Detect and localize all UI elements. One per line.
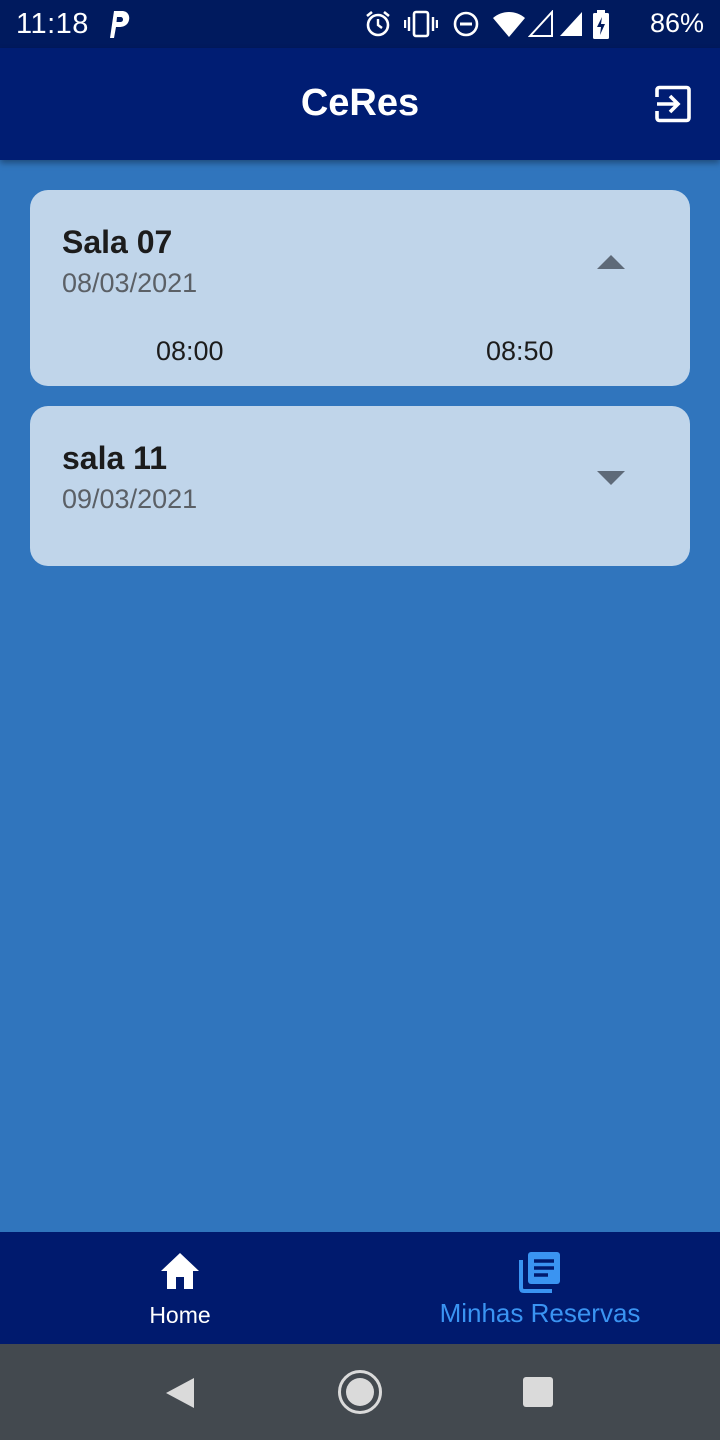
start-time: 08:00: [156, 336, 224, 366]
battery-percent: 86%: [649, 8, 704, 38]
room-name: sala 11: [62, 440, 167, 476]
reservation-card[interactable]: Sala 07 08/03/2021 08:00 08:50: [30, 190, 690, 386]
bottom-nav: Home Minhas Reservas: [0, 1232, 720, 1344]
app-bar: CeRes: [0, 48, 720, 160]
end-time: 08:50: [486, 336, 554, 366]
back-icon[interactable]: [164, 1376, 196, 1410]
recent-apps-icon[interactable]: [523, 1377, 553, 1407]
alarm-icon: [366, 10, 390, 37]
home-icon: [161, 1253, 199, 1289]
reservation-date: 09/03/2021: [62, 484, 198, 514]
logout-icon[interactable]: [654, 85, 692, 123]
nav-item-reservations[interactable]: Minhas Reservas: [360, 1232, 720, 1344]
signal-icon: [560, 12, 582, 36]
vibrate-icon: [404, 10, 438, 38]
wifi-icon: [493, 12, 525, 37]
app-title: CeRes: [300, 82, 420, 124]
status-time: 11:18: [16, 8, 89, 40]
chevron-up-icon[interactable]: [596, 254, 626, 270]
reservation-card[interactable]: sala 11 09/03/2021: [30, 406, 690, 566]
parking-icon: [110, 11, 130, 38]
room-name: Sala 07: [62, 224, 173, 260]
reservations-icon: [519, 1252, 560, 1293]
chevron-down-icon[interactable]: [596, 470, 626, 486]
system-nav-bar: [0, 1344, 720, 1440]
status-icons: 86%: [364, 6, 704, 42]
signal-empty-icon: [528, 10, 553, 37]
battery-charging-icon: [593, 10, 609, 39]
do-not-disturb-icon: [453, 11, 479, 37]
status-bar: 11:18 86%: [0, 0, 720, 48]
nav-item-home[interactable]: Home: [0, 1232, 360, 1344]
home-button-icon[interactable]: [337, 1369, 383, 1415]
nav-label-reservations: Minhas Reservas: [439, 1298, 641, 1328]
reservation-date: 08/03/2021: [62, 268, 198, 298]
nav-label-home: Home: [149, 1302, 211, 1328]
reservations-list: Sala 07 08/03/2021 08:00 08:50 sala 11 0…: [0, 160, 720, 1232]
